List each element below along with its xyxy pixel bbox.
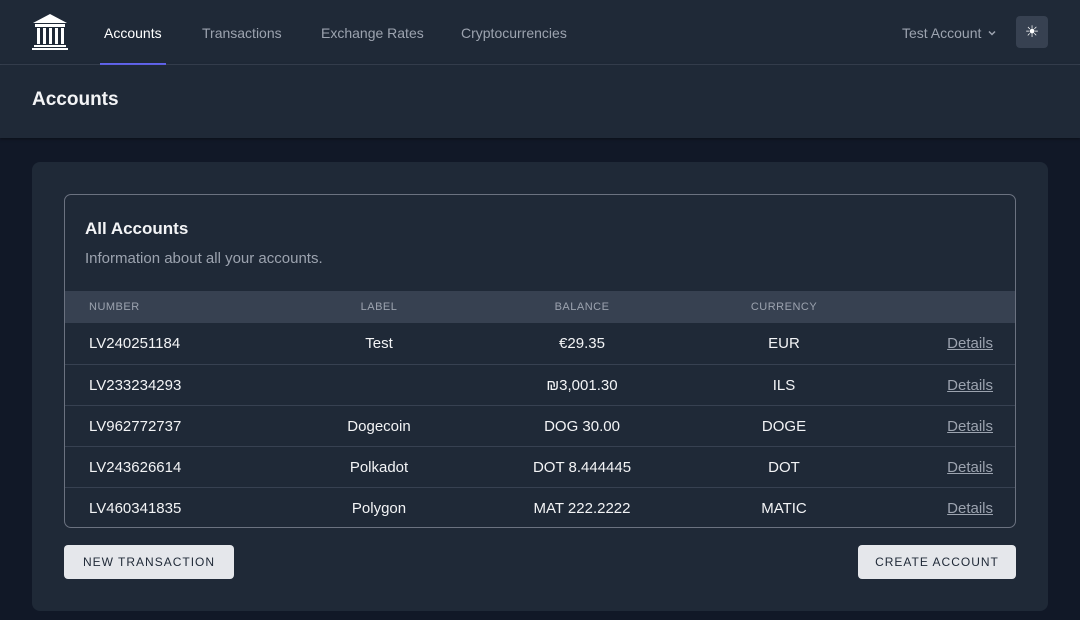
user-menu-label: Test Account	[902, 24, 982, 41]
column-header-currency: Currency	[750, 301, 818, 313]
cell-currency: ILS	[772, 376, 796, 394]
details-link[interactable]: Details	[947, 406, 993, 446]
cell-number: LV240251184	[89, 334, 181, 352]
cell-label: Polygon	[351, 499, 407, 517]
nav-link-transactions[interactable]: Transactions	[202, 0, 282, 65]
sun-icon: ☀	[1024, 24, 1040, 41]
page-title: Accounts	[32, 89, 119, 110]
card-subtitle: Information about all your accounts.	[85, 250, 323, 267]
card-title: All Accounts	[85, 219, 189, 238]
table-row: LV460341835 Polygon MAT 222.2222 MATIC D…	[65, 487, 1015, 527]
bank-icon[interactable]	[32, 13, 68, 51]
cell-number: LV233234293	[89, 376, 182, 394]
details-link[interactable]: Details	[947, 488, 993, 527]
details-link[interactable]: Details	[947, 365, 993, 405]
table-row: LV240251184 Test €29.35 EUR Details	[65, 323, 1015, 364]
user-menu-button[interactable]: Test Account	[902, 0, 997, 65]
nav-link-label: Exchange Rates	[321, 24, 424, 41]
nav-link-label: Transactions	[202, 24, 282, 41]
table-header: Number Label Balance Currency	[65, 291, 1015, 323]
new-transaction-button[interactable]: New Transaction	[64, 545, 234, 579]
cell-currency: DOGE	[761, 417, 807, 435]
nav-link-label: Cryptocurrencies	[461, 24, 567, 41]
cell-currency: EUR	[768, 334, 800, 352]
cell-label: Test	[365, 334, 393, 352]
cell-balance: MAT 222.2222	[533, 499, 631, 517]
page-header: Accounts	[0, 65, 1080, 138]
main-panel: All Accounts Information about all your …	[32, 162, 1048, 611]
cell-label: Dogecoin	[347, 417, 411, 435]
table-row: LV962772737 Dogecoin DOG 30.00 DOGE Deta…	[65, 405, 1015, 446]
cell-currency: DOT	[768, 458, 800, 476]
create-account-button[interactable]: Create Account	[858, 545, 1016, 579]
details-link[interactable]: Details	[947, 323, 993, 363]
details-link[interactable]: Details	[947, 447, 993, 487]
nav-link-cryptocurrencies[interactable]: Cryptocurrencies	[461, 0, 567, 65]
cell-label	[279, 365, 479, 405]
table-row: LV233234293 ₪3,001.30 ILS Details	[65, 364, 1015, 405]
cell-balance: DOG 30.00	[544, 417, 620, 435]
chevron-down-icon	[988, 30, 996, 36]
cell-balance: €29.35	[559, 334, 605, 352]
table-body: LV240251184 Test €29.35 EUR Details LV23…	[65, 323, 1015, 527]
theme-toggle-button[interactable]: ☀	[1016, 16, 1048, 48]
cell-currency: MATIC	[761, 499, 807, 517]
table-row: LV243626614 Polkadot DOT 8.444445 DOT De…	[65, 446, 1015, 487]
cell-label: Polkadot	[349, 458, 409, 476]
cell-number: LV243626614	[89, 458, 182, 476]
cell-balance: DOT 8.444445	[532, 458, 632, 476]
nav-link-exchange-rates[interactable]: Exchange Rates	[321, 0, 424, 65]
cell-balance: ₪3,001.30	[546, 376, 618, 394]
cell-number: LV962772737	[89, 417, 182, 435]
nav-link-label: Accounts	[104, 24, 162, 41]
column-header-balance: Balance	[554, 301, 610, 313]
nav-link-accounts[interactable]: Accounts	[100, 0, 166, 65]
accounts-card: All Accounts Information about all your …	[64, 194, 1016, 528]
column-header-label: Label	[360, 301, 398, 313]
top-navigation: Accounts Transactions Exchange Rates Cry…	[0, 0, 1080, 65]
cell-number: LV460341835	[89, 499, 182, 517]
column-header-number: Number	[89, 301, 140, 313]
